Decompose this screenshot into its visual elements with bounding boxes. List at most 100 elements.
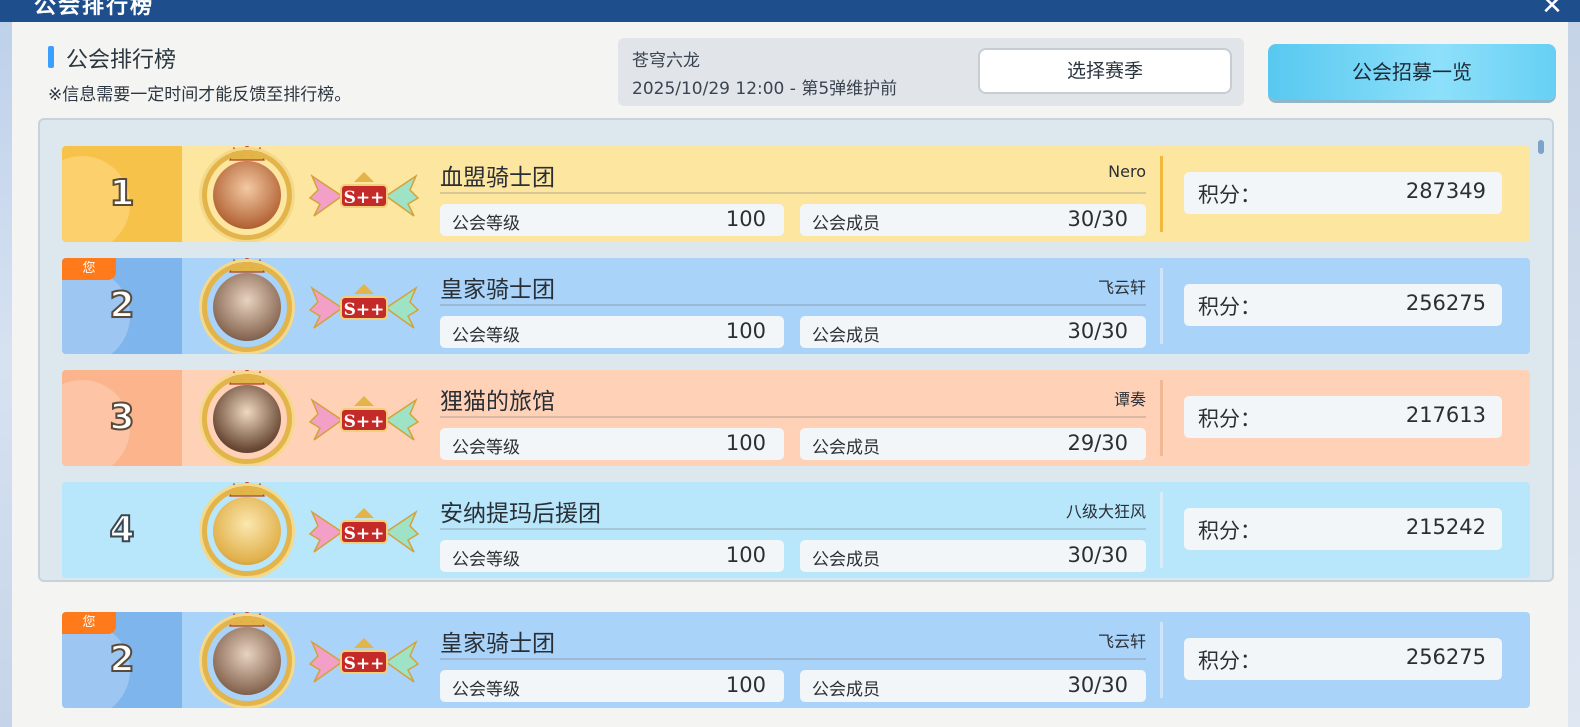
guild-members-box: 公会成员 30/30	[800, 316, 1146, 348]
guild-members-value: 30/30	[1067, 673, 1128, 697]
season-date: 2025/10/29 12:00 - 第5弹维护前	[632, 79, 898, 99]
avatar-portrait	[213, 385, 281, 453]
guild-tier-label: S++	[340, 650, 388, 674]
ranking-row[interactable]: 3 S++ 狸猫的旅馆 谭奏 公会等级 100 公会成员 29/30 积分： 217613	[62, 370, 1530, 466]
guild-score-box: 积分： 256275	[1184, 284, 1502, 326]
rank-number: 1	[108, 172, 135, 215]
guild-recruit-button[interactable]: 公会招募一览	[1268, 44, 1556, 100]
page-title: 公会排行榜	[66, 48, 177, 73]
guild-level-label: 公会等级	[452, 550, 520, 570]
guild-tier-badge: S++	[308, 504, 420, 560]
guild-name: 皇家骑士团	[440, 631, 555, 657]
name-underline	[440, 304, 1146, 306]
guild-level-box: 公会等级 100	[440, 670, 784, 702]
row-divider	[1160, 492, 1163, 568]
avatar-portrait	[213, 627, 281, 695]
guild-members-value: 30/30	[1067, 319, 1128, 343]
rank-number: 4	[108, 508, 135, 551]
guild-score-value: 256275	[1405, 291, 1486, 315]
guild-leader-name: 飞云轩	[1097, 632, 1146, 651]
page-note: ※信息需要一定时间才能反馈至排行榜。	[48, 85, 352, 105]
row-divider	[1160, 380, 1163, 456]
guild-score-label: 积分：	[1198, 519, 1261, 543]
guild-score-box: 积分： 215242	[1184, 508, 1502, 550]
ranking-row[interactable]: 2 您 S++ 皇家骑士团 飞云轩 公会等级 100 公会成员 30/30 积分： 256275	[62, 258, 1530, 354]
guild-score-label: 积分：	[1198, 295, 1261, 319]
guild-score-value: 256275	[1405, 645, 1486, 669]
rank-cell: 3	[62, 370, 182, 466]
guild-score-label: 积分：	[1198, 407, 1261, 431]
window-title: 公会排行榜	[34, 0, 155, 19]
guild-score-label: 积分：	[1198, 649, 1261, 673]
guild-leader-avatar[interactable]	[202, 616, 292, 706]
guild-leader-name: 飞云轩	[1097, 278, 1146, 297]
guild-leader-avatar[interactable]	[202, 150, 292, 240]
guild-level-value: 100	[725, 431, 766, 455]
guild-members-label: 公会成员	[812, 214, 880, 234]
you-badge: 您	[62, 612, 116, 634]
guild-members-label: 公会成员	[812, 438, 880, 458]
window-titlebar: 公会排行榜 ✕	[0, 0, 1580, 22]
guild-level-value: 100	[725, 319, 766, 343]
guild-level-box: 公会等级 100	[440, 204, 784, 236]
you-badge: 您	[62, 258, 116, 280]
ranking-list[interactable]: 1 S++ 血盟骑士团 Nero 公会等级 100 公会成员 30/30 积分： 287349 2 您…	[38, 118, 1554, 582]
background-left-strip	[0, 0, 12, 727]
name-underline	[440, 528, 1146, 530]
guild-leader-name: Nero	[1108, 162, 1146, 181]
guild-score-box: 积分： 256275	[1184, 638, 1502, 680]
own-guild-row[interactable]: 2 您 S++ 皇家骑士团 飞云轩 公会等级 100 公会成员 30/30 积分： 256275	[62, 612, 1530, 708]
guild-level-label: 公会等级	[452, 680, 520, 700]
guild-name: 皇家骑士团	[440, 277, 555, 303]
background-right-strip	[1568, 0, 1580, 727]
header-accent-bar	[48, 46, 54, 68]
guild-score-value: 217613	[1405, 403, 1486, 427]
guild-members-label: 公会成员	[812, 326, 880, 346]
guild-leader-avatar[interactable]	[202, 374, 292, 464]
guild-tier-label: S++	[340, 520, 388, 544]
rank-cell: 4	[62, 482, 182, 578]
guild-leader-avatar[interactable]	[202, 262, 292, 352]
guild-members-value: 30/30	[1067, 207, 1128, 231]
guild-members-label: 公会成员	[812, 680, 880, 700]
guild-members-box: 公会成员 29/30	[800, 428, 1146, 460]
guild-members-box: 公会成员 30/30	[800, 670, 1146, 702]
guild-leader-name: 谭奏	[1113, 390, 1146, 409]
scrollbar-thumb[interactable]	[1538, 140, 1544, 154]
avatar-portrait	[213, 497, 281, 565]
guild-level-box: 公会等级 100	[440, 540, 784, 572]
close-icon[interactable]: ✕	[1540, 0, 1564, 19]
season-name: 苍穹六龙	[632, 51, 700, 71]
avatar-portrait	[213, 161, 281, 229]
guild-level-box: 公会等级 100	[440, 316, 784, 348]
guild-score-label: 积分：	[1198, 183, 1261, 207]
guild-level-value: 100	[725, 207, 766, 231]
guild-name: 安纳提玛后援团	[440, 501, 601, 527]
guild-tier-label: S++	[340, 184, 388, 208]
guild-level-label: 公会等级	[452, 438, 520, 458]
guild-members-box: 公会成员 30/30	[800, 540, 1146, 572]
season-info: 苍穹六龙 2025/10/29 12:00 - 第5弹维护前 选择赛季	[618, 38, 1244, 106]
guild-members-label: 公会成员	[812, 550, 880, 570]
ranking-row[interactable]: 4 S++ 安纳提玛后援团 八级大狂风公会等级 100 公会成员 30/30 积分： 21524…	[62, 482, 1530, 578]
guild-level-label: 公会等级	[452, 214, 520, 234]
guild-members-value: 29/30	[1067, 431, 1128, 455]
guild-level-value: 100	[725, 543, 766, 567]
guild-leader-avatar[interactable]	[202, 486, 292, 576]
guild-tier-label: S++	[340, 408, 388, 432]
guild-tier-badge: S++	[308, 168, 420, 224]
guild-members-box: 公会成员 30/30	[800, 204, 1146, 236]
name-underline	[440, 416, 1146, 418]
select-season-button[interactable]: 选择赛季	[978, 48, 1232, 94]
guild-name: 血盟骑士团	[440, 165, 555, 191]
ranking-row[interactable]: 1 S++ 血盟骑士团 Nero 公会等级 100 公会成员 30/30 积分： 287349	[62, 146, 1530, 242]
guild-members-value: 30/30	[1067, 543, 1128, 567]
avatar-portrait	[213, 273, 281, 341]
guild-tier-badge: S++	[308, 634, 420, 690]
row-divider	[1160, 268, 1163, 344]
guild-level-label: 公会等级	[452, 326, 520, 346]
guild-leader-name: 八级大狂风	[1065, 502, 1146, 521]
row-divider	[1160, 622, 1163, 698]
name-underline	[440, 192, 1146, 194]
guild-score-box: 积分： 217613	[1184, 396, 1502, 438]
